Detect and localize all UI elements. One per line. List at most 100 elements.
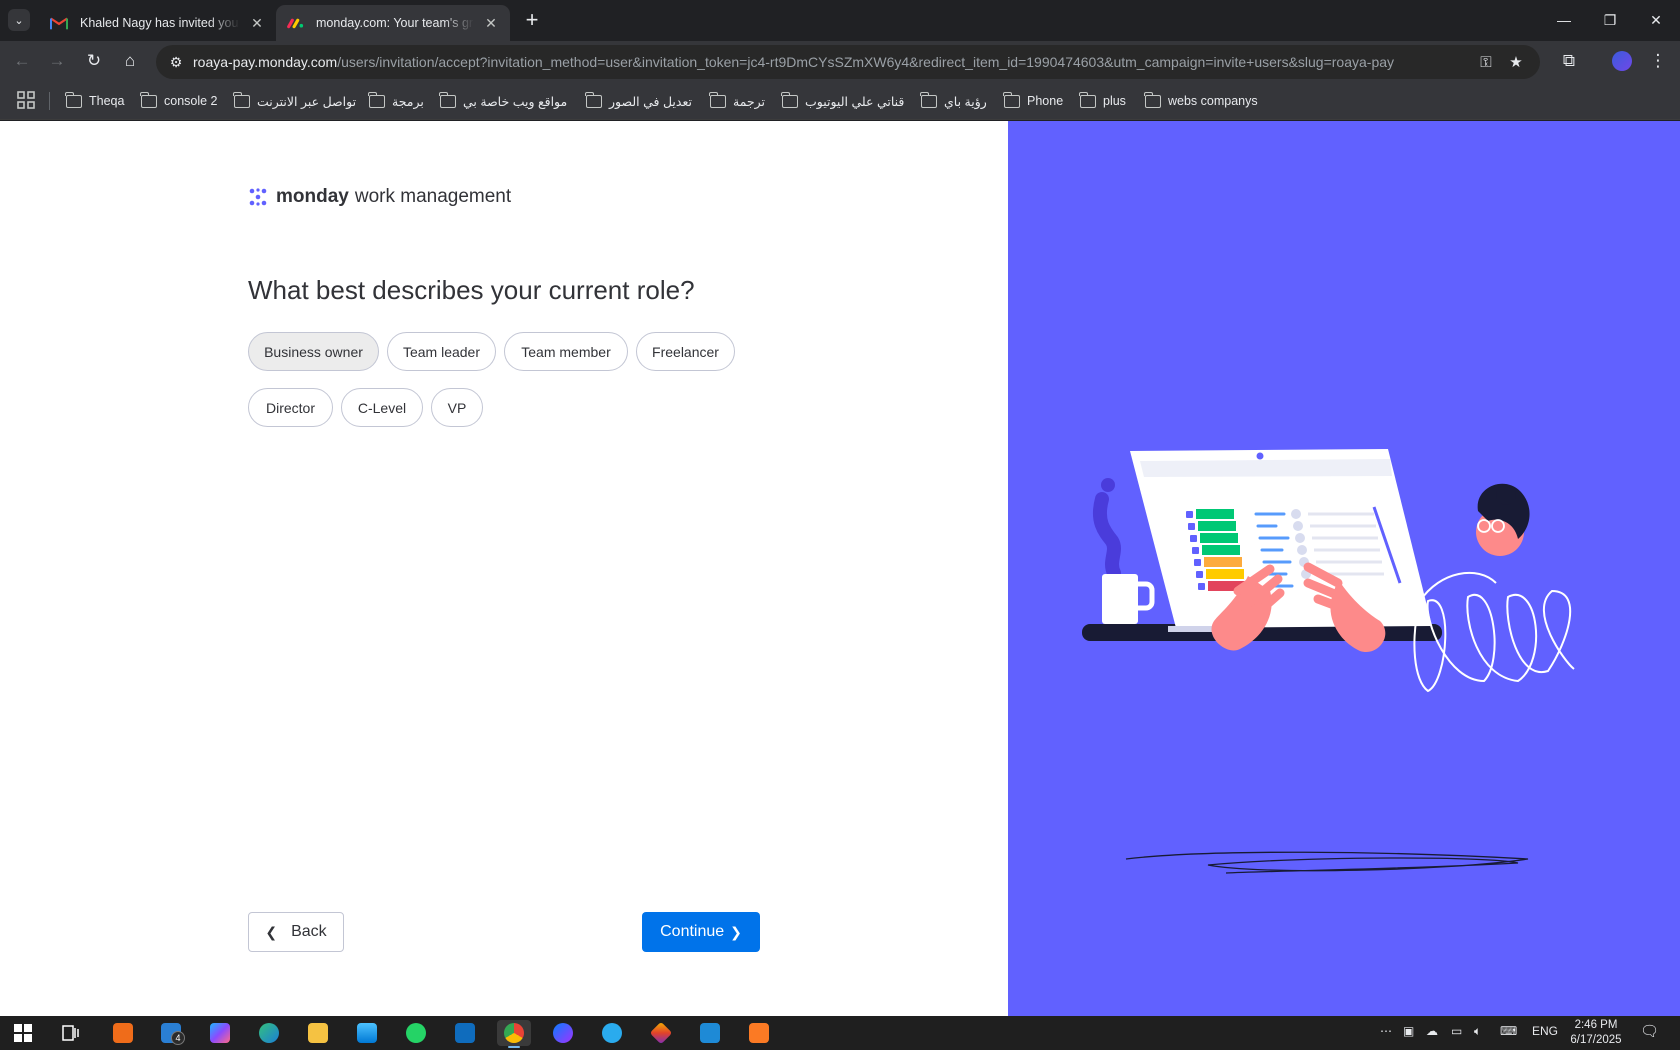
folder-icon	[781, 91, 798, 108]
restore-icon[interactable]: ❐	[1587, 0, 1633, 40]
outlook-icon[interactable]	[448, 1020, 482, 1046]
whatsapp-icon[interactable]	[399, 1020, 433, 1046]
illustration-panel	[1008, 121, 1680, 1016]
site-info-icon[interactable]: ⚙	[166, 52, 186, 72]
folder-icon	[585, 91, 602, 108]
continue-button-label: Continue	[660, 923, 725, 940]
role-chip-director[interactable]: Director	[248, 388, 333, 427]
bookmark-folder[interactable]: مواقع ويب خاصة بي	[439, 91, 567, 111]
bookmark-folder[interactable]: تواصل عبر الانترنت	[233, 91, 356, 111]
role-chip-vp[interactable]: VP	[431, 388, 483, 427]
messenger-icon[interactable]	[546, 1020, 580, 1046]
role-chip-c-level[interactable]: C-Level	[341, 388, 423, 427]
tab-gmail[interactable]: Khaled Nagy has invited you to ✕	[40, 5, 276, 41]
folder-icon	[439, 91, 456, 108]
bookmark-folder[interactable]: رؤية باي	[920, 91, 987, 111]
role-chip-team-leader[interactable]: Team leader	[387, 332, 496, 371]
edge-icon[interactable]	[252, 1020, 286, 1046]
bookmarks-bar: Theqa console 2 تواصل عبر الانترنت برمجة…	[0, 81, 1680, 120]
folder-icon	[1003, 91, 1020, 108]
chevron-right-icon: ❯	[730, 923, 742, 940]
folder-icon	[140, 91, 157, 108]
language-indicator[interactable]: ENG	[1532, 1024, 1558, 1038]
back-button[interactable]: ❮ Back	[248, 912, 344, 952]
network-icon[interactable]: ▭	[1451, 1024, 1462, 1038]
role-chip-team-member[interactable]: Team member	[504, 332, 628, 371]
person-at-laptop-illustration	[1082, 449, 1575, 874]
apps-grid-icon[interactable]	[16, 90, 36, 110]
profile-avatar[interactable]	[1612, 51, 1632, 71]
bookmark-folder[interactable]: برمجة	[368, 91, 424, 111]
minimize-icon[interactable]: —	[1541, 0, 1587, 40]
forward-arrow-icon[interactable]: →	[41, 45, 73, 77]
gmail-icon	[50, 17, 68, 30]
role-chip-business-owner[interactable]: Business owner	[248, 332, 379, 371]
volume-icon[interactable]: 🔈︎	[1474, 1024, 1481, 1039]
folder-icon	[920, 91, 937, 108]
back-arrow-icon[interactable]: ←	[6, 45, 38, 77]
close-window-icon[interactable]: ✕	[1633, 0, 1679, 40]
logo-brand-text: monday	[276, 186, 349, 207]
tab-title: monday.com: Your team's grow	[316, 16, 474, 30]
git-app-icon[interactable]	[644, 1020, 678, 1046]
url-text[interactable]: roaya-pay.monday.com/users/invitation/ac…	[193, 54, 1394, 70]
microsoft-store-icon[interactable]	[350, 1020, 384, 1046]
bookmark-folder[interactable]: webs companys	[1144, 91, 1258, 111]
home-icon[interactable]: ⌂	[114, 45, 146, 77]
bookmark-folder[interactable]: Phone	[1003, 91, 1063, 111]
onedrive-icon[interactable]: ☁	[1426, 1024, 1438, 1038]
bookmark-folder[interactable]: Theqa	[65, 91, 124, 111]
notifications-icon[interactable]: 🗨︎	[1640, 1022, 1659, 1040]
keyboard-icon[interactable]: ⌨	[1500, 1024, 1517, 1038]
bookmark-folder[interactable]: console 2	[140, 91, 218, 111]
tray-overflow-icon[interactable]: ⋯	[1380, 1024, 1392, 1038]
file-explorer-icon[interactable]	[301, 1020, 335, 1046]
windows-start-icon[interactable]	[6, 1020, 40, 1046]
monday-logo-icon	[249, 188, 267, 206]
folder-icon	[233, 91, 250, 108]
task-view-icon[interactable]	[54, 1020, 88, 1046]
chevron-left-icon: ❮	[265, 923, 278, 940]
extensions-icon[interactable]: ⧉	[1557, 49, 1581, 73]
logo-sub-text: work management	[354, 186, 512, 207]
page-title: What best describes your current role?	[248, 275, 695, 305]
tray-app-icon[interactable]: ▣	[1403, 1024, 1414, 1038]
bookmark-folder[interactable]: ترجمة	[709, 91, 765, 111]
windows-taskbar: 4 ⋯ ▣ ☁ ▭ 🔈︎ ⌨ ENG 2:46 PM 6/17/2025 🗨︎	[0, 1016, 1680, 1050]
continue-button[interactable]: Continue ❯	[642, 912, 760, 952]
vscode-icon[interactable]	[693, 1020, 727, 1046]
telegram-icon[interactable]	[595, 1020, 629, 1046]
close-tab-icon[interactable]: ✕	[248, 15, 266, 32]
monday-icon	[287, 18, 304, 29]
address-bar[interactable]: ⚙ roaya-pay.monday.com/users/invitation/…	[156, 45, 1540, 79]
folder-icon	[1144, 91, 1161, 108]
bookmark-star-icon[interactable]: ★	[1506, 52, 1526, 72]
bookmark-folder[interactable]: قناتي علي اليوتيوب	[781, 91, 904, 111]
reload-icon[interactable]: ↻	[78, 45, 110, 77]
close-tab-icon[interactable]: ✕	[482, 15, 500, 32]
mail-badge: 4	[171, 1031, 185, 1045]
folder-icon	[709, 91, 726, 108]
tab-monday[interactable]: monday.com: Your team's grow ✕	[276, 5, 510, 41]
copilot-icon[interactable]	[203, 1020, 237, 1046]
bookmark-folder[interactable]: plus	[1079, 91, 1126, 111]
xampp-icon[interactable]	[742, 1020, 776, 1046]
bookmarks-divider	[49, 92, 50, 110]
more-menu-icon[interactable]: ⋮	[1646, 49, 1670, 73]
tab-search-button[interactable]: ⌄	[8, 9, 30, 31]
browser-toolbar: ← → ↻ ⌂ ⚙ roaya-pay.monday.com/users/inv…	[0, 41, 1680, 81]
bookmark-folder[interactable]: تعديل في الصور	[585, 91, 692, 111]
clock-date: 6/17/2025	[1570, 1034, 1622, 1046]
role-chip-freelancer[interactable]: Freelancer	[636, 332, 735, 371]
folder-icon	[1079, 91, 1096, 108]
mail-app-icon[interactable]: 4	[154, 1020, 188, 1046]
monday-logo: monday work management	[248, 185, 511, 209]
back-button-label: Back	[291, 923, 327, 940]
new-tab-button[interactable]: +	[519, 7, 545, 33]
password-key-icon[interactable]: ⚿	[1476, 52, 1496, 72]
folder-icon	[368, 91, 385, 108]
folder-icon	[65, 91, 82, 108]
app-orange-icon[interactable]	[106, 1020, 140, 1046]
chrome-icon[interactable]	[497, 1020, 531, 1048]
system-clock[interactable]: 2:46 PM 6/17/2025	[1564, 1018, 1628, 1048]
